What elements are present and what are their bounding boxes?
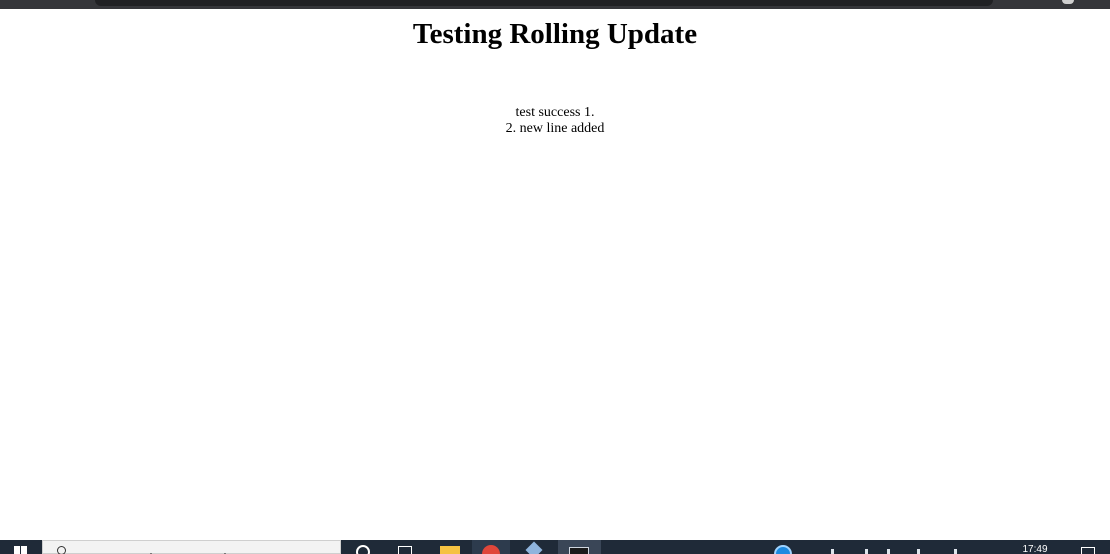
page-content: test success 1. 2. new line added <box>0 105 1110 137</box>
address-bar[interactable] <box>95 0 993 6</box>
task-view-button[interactable] <box>396 540 412 554</box>
content-line-2: 2. new line added <box>505 121 605 136</box>
action-center-button[interactable] <box>1079 540 1095 554</box>
taskbar-virtualbox[interactable] <box>522 540 548 554</box>
profile-icon[interactable] <box>1062 0 1074 4</box>
circle-icon <box>356 545 370 554</box>
chrome-icon <box>482 545 500 554</box>
notification-icon <box>1081 547 1095 554</box>
taskbar-search-box[interactable] <box>42 540 341 554</box>
windows-taskbar: 17:49 <box>0 540 1110 554</box>
system-tray[interactable] <box>823 540 973 554</box>
windows-logo-icon <box>14 546 28 554</box>
folder-icon <box>440 546 460 554</box>
browser-top-bar <box>0 0 1110 9</box>
page-heading: Testing Rolling Update <box>412 18 698 50</box>
taskbar-clock[interactable]: 17:49 <box>1010 544 1060 554</box>
taskbar-chrome[interactable] <box>472 540 510 554</box>
taskbar-file-explorer[interactable] <box>437 540 463 554</box>
tray-app-icon[interactable] <box>773 540 793 554</box>
terminal-icon <box>569 547 589 554</box>
start-button[interactable] <box>0 540 42 554</box>
virtualbox-icon <box>525 541 543 554</box>
network-app-icon <box>774 545 792 554</box>
content-line-1: test success 1. <box>515 105 595 120</box>
web-page: Testing Rolling Update test success 1. 2… <box>0 9 1110 540</box>
taskbar-terminal[interactable] <box>558 540 601 554</box>
task-view-icon <box>398 546 412 554</box>
search-icon <box>57 546 66 554</box>
cortana-button[interactable] <box>356 540 370 554</box>
